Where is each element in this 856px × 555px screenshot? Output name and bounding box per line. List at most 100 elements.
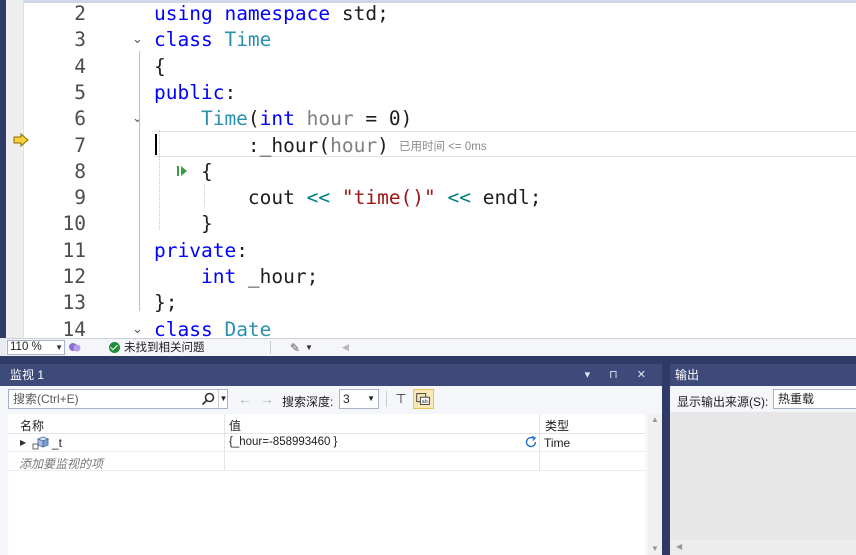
- code-token: :_hour(: [154, 133, 331, 157]
- code-line[interactable]: 10 }: [6, 211, 856, 237]
- line-number: 11: [62, 238, 86, 262]
- code-text: :_hour(hour): [154, 133, 389, 159]
- output-title-bar[interactable]: 输出: [670, 364, 856, 386]
- output-panel: 输出 显示输出来源(S): 热重载 ◀: [670, 364, 856, 555]
- code-text: class Date: [154, 317, 271, 338]
- fold-toggle-icon[interactable]: ⌄: [132, 27, 146, 53]
- search-icon[interactable]: [201, 392, 215, 406]
- horizontal-scrollbar[interactable]: ◀: [670, 540, 856, 555]
- search-input[interactable]: [9, 390, 199, 408]
- code-text: }: [154, 211, 213, 237]
- code-token: using: [154, 2, 225, 25]
- code-token: hour: [306, 107, 354, 131]
- output-source-value: 热重载: [778, 392, 815, 406]
- fold-toggle-icon[interactable]: ⌄: [132, 317, 146, 338]
- code-token: int: [259, 107, 307, 131]
- run-to-click-icon[interactable]: [176, 165, 188, 177]
- code-line[interactable]: 3 ⌄ class Time: [6, 27, 856, 53]
- code-line[interactable]: 11 private:: [6, 238, 856, 264]
- code-line[interactable]: 9 cout << "time()" << endl;: [6, 185, 856, 211]
- output-title: 输出: [675, 368, 700, 382]
- indent-guide: [159, 130, 160, 230]
- code-token: {: [154, 54, 166, 78]
- code-token: = 0): [353, 107, 413, 131]
- scroll-down-icon[interactable]: ▼: [651, 544, 659, 553]
- editor-status-bar: 110 % ▼ 未找到相关问题 ✎ ▼ ◀: [6, 338, 856, 356]
- intellicode-icon[interactable]: [68, 341, 82, 354]
- watch-item-name[interactable]: _t: [52, 436, 62, 450]
- code-token: class: [154, 28, 225, 52]
- chevron-down-icon[interactable]: ▼: [305, 343, 313, 352]
- expand-icon[interactable]: ▶: [20, 438, 26, 447]
- watch-item-type: Time: [544, 436, 571, 450]
- line-number: 7: [74, 133, 86, 157]
- perf-tip[interactable]: 已用时间 <= 0ms: [399, 138, 487, 154]
- code-token: hour: [330, 133, 378, 157]
- add-watch-row[interactable]: 添加要监视的项: [8, 453, 645, 471]
- code-token: class: [154, 317, 225, 338]
- fold-guide-class: [139, 51, 140, 311]
- line-number: 10: [62, 212, 86, 236]
- code-cleanup-icon[interactable]: ✎: [290, 341, 300, 355]
- panel-splitter-vertical[interactable]: [662, 364, 670, 555]
- add-watch-placeholder[interactable]: 添加要监视的项: [19, 455, 103, 472]
- arrow-right-icon[interactable]: →: [260, 391, 274, 407]
- code-editor[interactable]: 2 using namespace std; 3 ⌄ class Time 4{5 publ…: [0, 0, 856, 338]
- watch-toolbar: ▼ ← → 搜索深度: 3 ▼ ⊤ ab: [0, 386, 662, 413]
- code-token: std;: [341, 2, 389, 25]
- panel-splitter[interactable]: [0, 356, 856, 364]
- code-line[interactable]: 13};: [6, 290, 856, 316]
- code-token: int: [154, 265, 248, 288]
- search-box[interactable]: ▼: [8, 389, 228, 409]
- scroll-left-icon[interactable]: ◀: [676, 542, 682, 551]
- line-number: 13: [62, 291, 86, 315]
- no-issues-check-icon: [109, 342, 120, 353]
- code-line[interactable]: 4{: [6, 54, 856, 80]
- column-header-name[interactable]: 名称: [20, 417, 44, 434]
- table-row[interactable]: ▶ _t {_hour=-858993460 } Time: [8, 434, 645, 452]
- window-controls[interactable]: ▾ ⊓ ✕: [585, 364, 654, 386]
- divider: [270, 341, 271, 354]
- indent-guide: [204, 184, 205, 207]
- watch-panel: 监视 1 ▾ ⊓ ✕ ▼ ← → 搜索深度: 3 ▼ ⊤ ab 名称 值: [0, 364, 662, 555]
- search-depth-dropdown[interactable]: 3 ▼: [339, 389, 379, 409]
- arrow-left-icon[interactable]: ←: [238, 391, 252, 407]
- scroll-up-icon[interactable]: ▲: [651, 415, 659, 424]
- column-header-type[interactable]: 类型: [545, 417, 569, 434]
- issues-status[interactable]: 未找到相关问题: [124, 341, 205, 355]
- hex-display-icon[interactable]: ab: [413, 389, 434, 409]
- watch-item-value[interactable]: {_hour=-858993460 }: [229, 436, 337, 448]
- code-line[interactable]: 5 public:: [6, 80, 856, 106]
- watch-title-bar[interactable]: 监视 1 ▾ ⊓ ✕: [0, 364, 662, 386]
- scroll-left-icon[interactable]: ◀: [342, 342, 349, 353]
- code-text: class Time: [154, 27, 271, 53]
- pin-icon[interactable]: ⊤: [392, 390, 410, 408]
- zoom-dropdown[interactable]: 110 % ▼: [7, 340, 65, 355]
- code-line[interactable]: 14 ⌄ class Date: [6, 317, 856, 338]
- output-source-label: 显示输出来源(S):: [677, 395, 769, 409]
- code-line[interactable]: 2 using namespace std;: [6, 1, 856, 27]
- code-token: <<: [435, 186, 483, 210]
- vertical-scrollbar[interactable]: ▲ ▼: [648, 414, 662, 555]
- code-line[interactable]: 8 {: [6, 159, 856, 185]
- chevron-down-icon: ▼: [367, 394, 375, 403]
- watch-grid: 名称 值 类型 ▶ _t {_hour=-858993460 } Time 添加…: [8, 414, 645, 555]
- line-number: 5: [74, 80, 86, 104]
- code-token: cout: [154, 186, 307, 210]
- grid-header: 名称 值 类型: [8, 414, 645, 434]
- code-line[interactable]: 12 int _hour;: [6, 264, 856, 290]
- code-token: namespace: [224, 2, 342, 25]
- svg-text:ab: ab: [422, 399, 428, 405]
- text-caret: [155, 134, 157, 155]
- output-text-area[interactable]: [670, 412, 856, 555]
- code-line[interactable]: 6 ⌄ Time(int hour = 0): [6, 106, 856, 132]
- refresh-icon[interactable]: [524, 435, 538, 449]
- zoom-value: 110 %: [10, 341, 42, 353]
- code-text: Time(int hour = 0): [154, 106, 412, 132]
- code-token: public: [154, 80, 225, 104]
- line-number: 3: [74, 28, 86, 52]
- output-source-dropdown[interactable]: 热重载: [773, 389, 856, 409]
- code-token: "time()": [341, 186, 436, 210]
- chevron-down-icon[interactable]: ▼: [218, 390, 228, 408]
- column-header-value[interactable]: 值: [229, 417, 241, 434]
